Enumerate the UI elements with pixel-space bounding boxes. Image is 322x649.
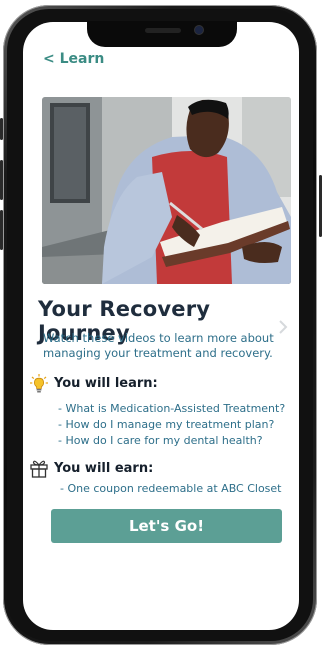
earn-list: - One coupon redeemable at ABC Closet (60, 481, 282, 497)
lightbulb-icon (30, 374, 48, 393)
hero-image (42, 97, 291, 284)
learn-list: - What is Medication-Assisted Treatment?… (58, 401, 285, 449)
earn-item: - One coupon redeemable at ABC Closet (60, 482, 282, 495)
back-link-learn[interactable]: < Learn (43, 51, 104, 67)
earn-heading: You will earn: (54, 461, 154, 476)
volume-down-button (0, 210, 3, 250)
hero-photo-illustration (42, 97, 291, 284)
speaker-grille (145, 28, 181, 33)
lets-go-button[interactable]: Let's Go! (51, 509, 282, 543)
silent-switch (0, 118, 3, 140)
front-camera (195, 26, 203, 34)
learn-item: - What is Medication-Assisted Treatment? (58, 402, 286, 415)
learn-heading: You will learn: (54, 376, 158, 391)
chevron-right-icon[interactable] (275, 318, 291, 336)
learn-item: - How do I manage my treatment plan? (58, 418, 275, 431)
page-subtitle: Watch these videos to learn more about m… (43, 331, 274, 360)
volume-up-button (0, 160, 3, 200)
learn-item: - How do I care for my dental health? (58, 434, 263, 447)
gift-icon (30, 460, 48, 478)
notch (87, 21, 237, 47)
